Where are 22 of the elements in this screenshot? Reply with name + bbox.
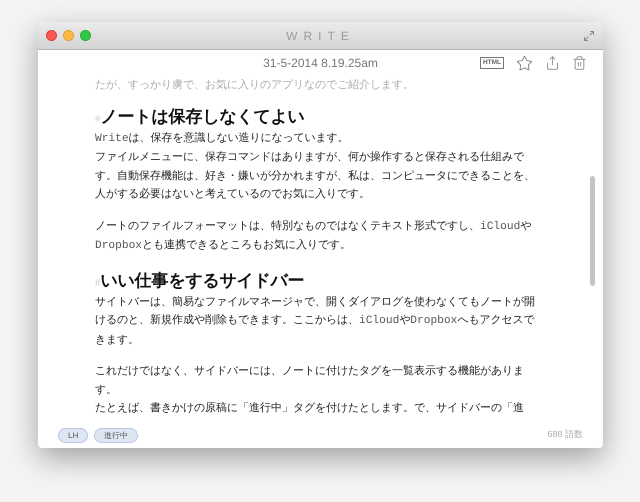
star-icon[interactable] [516, 54, 533, 72]
section-heading: ノートは保存しなくてよい [100, 106, 305, 128]
paragraph: これだけではなく、サイドバーには、ノートに付けたタグを一覧表示する機能があります。 たとえば、書きかけの原稿に「進行中」タグを付けたとします。で、サイドバーの「進 [95, 364, 525, 416]
paragraph: サイトバーは、簡易なファイルマネージャで、開くダイアログを使わなくてもノートが開けるのと、新規作成や削除もできます。ここからは、iCloudやDropboxへもアクセスできます。 [95, 294, 536, 348]
faded-text-line: たが、すっかり虜で、お気に入りのアプリなのでご紹介します。 [95, 78, 415, 93]
minimize-button[interactable] [63, 30, 74, 41]
paragraph: ノートのファイルフォーマットは、特別なものではなくテキスト形式ですし、iCloudや Dropbox とも連携できるところもお気に入りです。 [95, 218, 532, 254]
tag-chip[interactable]: 進行中 [94, 428, 138, 442]
scrollbar-thumb[interactable] [590, 176, 595, 286]
zoom-button[interactable] [80, 30, 91, 41]
word-count: 688 語数 [547, 428, 583, 442]
paragraph: Writeは、保存を意識しない造りになっています。 ファイルメニューに、保存コマンドはありますが、何か操作すると保存される仕組みです。自動保存機能は、好き・嫌いが分かれますが、私は、コンピュータにできることを、人がする必要はないと考えているのでお気に入りです。 [95, 130, 536, 202]
share-icon[interactable] [545, 55, 560, 71]
trash-icon[interactable] [572, 55, 587, 71]
tag-chip[interactable]: LH [58, 428, 88, 442]
heading-marker: # [95, 112, 101, 126]
section-heading: いい仕事をするサイドバー [100, 270, 305, 292]
fullscreen-icon[interactable] [583, 30, 595, 42]
close-button[interactable] [46, 30, 57, 41]
heading-marker: # [95, 276, 101, 290]
date-label: 31-5-2014 8.19.25am [263, 55, 378, 72]
window-title: WRITE [286, 28, 355, 44]
